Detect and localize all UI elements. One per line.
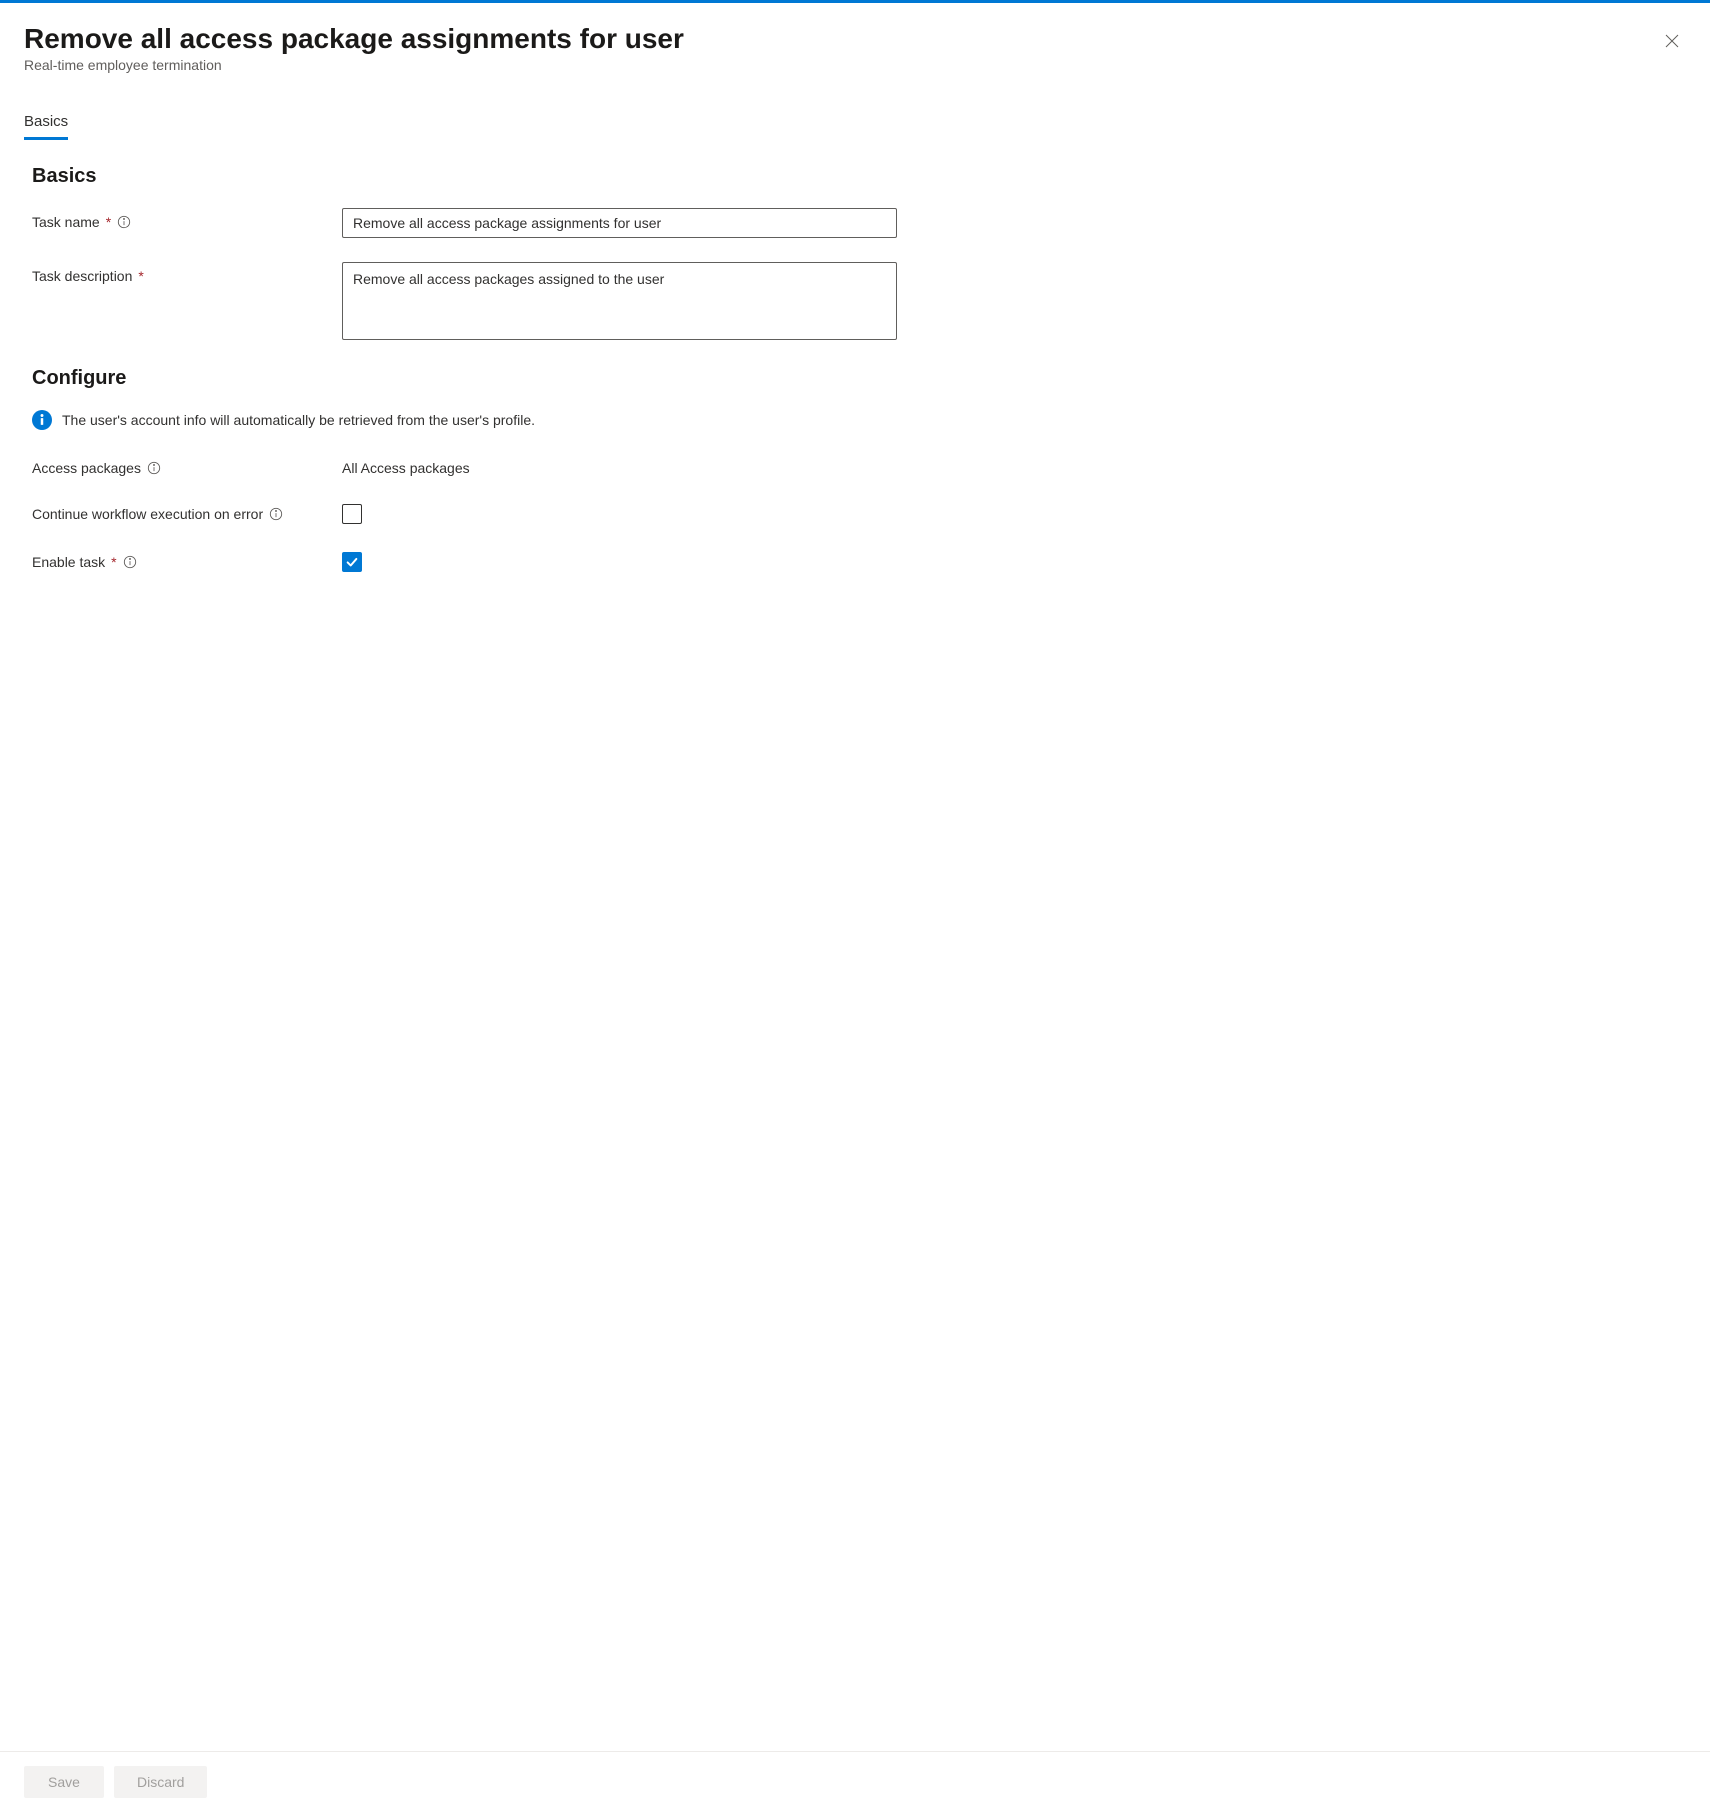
required-indicator: * [106, 214, 111, 230]
task-name-label: Task name * [32, 208, 342, 230]
required-indicator: * [111, 554, 116, 570]
task-description-label: Task description * [32, 262, 342, 284]
section-basics-heading: Basics [32, 165, 1678, 188]
continue-on-error-label: Continue workflow execution on error [32, 500, 342, 522]
discard-button[interactable]: Discard [114, 1766, 207, 1798]
required-indicator: * [138, 268, 143, 284]
info-icon[interactable] [123, 555, 137, 569]
enable-task-checkbox[interactable] [342, 552, 362, 572]
close-icon [1664, 33, 1680, 52]
page-title: Remove all access package assignments fo… [24, 23, 1658, 55]
section-configure-heading: Configure [32, 367, 1678, 390]
page-subtitle: Real-time employee termination [24, 57, 1658, 73]
task-name-input[interactable] [342, 208, 897, 238]
access-packages-value: All Access packages [342, 454, 470, 476]
continue-on-error-checkbox[interactable] [342, 504, 362, 524]
task-description-input[interactable] [342, 262, 897, 340]
save-button[interactable]: Save [24, 1766, 104, 1798]
close-button[interactable] [1658, 27, 1686, 58]
info-icon[interactable] [269, 507, 283, 521]
info-banner-text: The user's account info will automatical… [62, 412, 535, 428]
access-packages-label: Access packages [32, 454, 342, 476]
info-icon[interactable] [117, 215, 131, 229]
info-icon[interactable] [147, 461, 161, 475]
tab-basics[interactable]: Basics [24, 105, 68, 141]
enable-task-label: Enable task * [32, 548, 342, 570]
info-banner-icon [32, 410, 52, 430]
